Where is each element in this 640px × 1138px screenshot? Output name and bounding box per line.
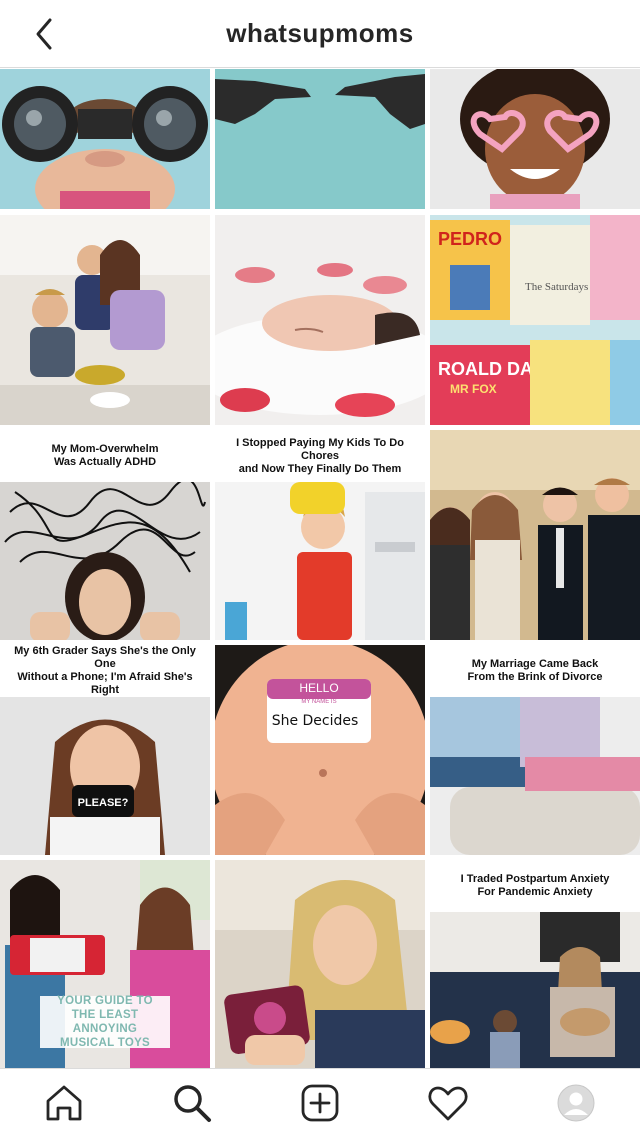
post-image-books: PEDRO The Saturdays ROALD DAHL MR FOX: [430, 215, 640, 425]
bottom-tab-bar: [0, 1068, 640, 1138]
post-image-overwhelm: [0, 482, 210, 640]
post-image-pregnant-belly: HELLO MY NAME IS She Decides: [215, 645, 425, 855]
book-title-text: MR FOX: [450, 382, 497, 396]
name-tag-text: She Decides: [272, 713, 359, 729]
post-image-binoculars: [0, 69, 210, 229]
grid-post[interactable]: YOUR GUIDE TO THE LEAST ANNOYING MUSICAL…: [0, 860, 210, 1070]
profile-username: whatsupmoms: [226, 18, 414, 48]
grid-post[interactable]: [215, 215, 425, 425]
post-caption: My 6th Grader Says She's the Only One Wi…: [14, 645, 196, 696]
top-bar: whatsupmoms: [0, 0, 640, 68]
post-caption: My Marriage Came Back From the Brink of …: [467, 658, 603, 683]
post-image-pointing-fingers: [215, 69, 425, 209]
grid-post[interactable]: [0, 215, 210, 425]
post-image-phone-girl: PLEASE?: [0, 697, 210, 855]
grid-post[interactable]: HELLO MY NAME IS She Decides: [215, 645, 425, 855]
home-icon: [46, 1085, 82, 1121]
post-caption-area: My 6th Grader Says She's the Only One Wi…: [0, 645, 210, 697]
grid-post[interactable]: [215, 860, 425, 1070]
post-image-kids-cooking: [0, 215, 210, 425]
post-caption-area: I Stopped Paying My Kids To Do Chores an…: [215, 430, 425, 482]
post-caption-area: I Traded Postpartum Anxiety For Pandemic…: [430, 860, 640, 912]
search-icon: [174, 1085, 211, 1122]
post-image-chores: [215, 482, 425, 640]
post-image-living-room: [430, 912, 640, 1070]
heart-icon: [428, 1086, 468, 1121]
tab-home[interactable]: [42, 1081, 86, 1125]
add-post-icon: [301, 1084, 339, 1122]
tab-search[interactable]: [170, 1081, 214, 1125]
tab-new-post[interactable]: [298, 1081, 342, 1125]
post-overlay-text: YOUR GUIDE TO THE LEAST ANNOYING MUSICAL…: [57, 995, 153, 1049]
grid-post[interactable]: PEDRO The Saturdays ROALD DAHL MR FOX: [430, 215, 640, 425]
post-caption-area: My Mom-Overwhelm Was Actually ADHD: [0, 430, 210, 482]
tab-profile[interactable]: [554, 1081, 598, 1125]
name-tag-subtitle: MY NAME IS: [301, 699, 336, 705]
phone-screen-text: PLEASE?: [78, 797, 129, 809]
post-image-family: [430, 430, 640, 640]
post-caption: I Traded Postpartum Anxiety For Pandemic…: [460, 873, 610, 898]
post-caption-area: My Marriage Came Back From the Brink of …: [430, 645, 640, 697]
grid-post[interactable]: My Marriage Came Back From the Brink of …: [430, 645, 640, 855]
grid-post[interactable]: My 6th Grader Says She's the Only One Wi…: [0, 645, 210, 855]
grid-post[interactable]: I Traded Postpartum Anxiety For Pandemic…: [430, 860, 640, 1070]
grid-post[interactable]: I Stopped Paying My Kids To Do Chores an…: [215, 430, 425, 640]
grid-post[interactable]: [430, 430, 640, 640]
post-image-bath-petals: [215, 215, 425, 425]
post-overlay-label: YOUR GUIDE TO THE LEAST ANNOYING MUSICAL…: [40, 995, 170, 1049]
book-title-text: PEDRO: [438, 229, 502, 249]
post-caption: My Mom-Overwhelm Was Actually ADHD: [51, 443, 159, 468]
post-image-heart-glasses: [430, 69, 640, 214]
name-tag-title: HELLO: [299, 681, 338, 695]
post-image-couple-couch: [430, 697, 640, 855]
grid-post[interactable]: My Mom-Overwhelm Was Actually ADHD: [0, 430, 210, 640]
post-caption: I Stopped Paying My Kids To Do Chores an…: [236, 436, 404, 475]
profile-avatar: [557, 1084, 595, 1122]
post-image-tablet-mom: [215, 860, 425, 1070]
book-title-text: The Saturdays: [525, 281, 588, 293]
tab-activity[interactable]: [426, 1081, 470, 1125]
